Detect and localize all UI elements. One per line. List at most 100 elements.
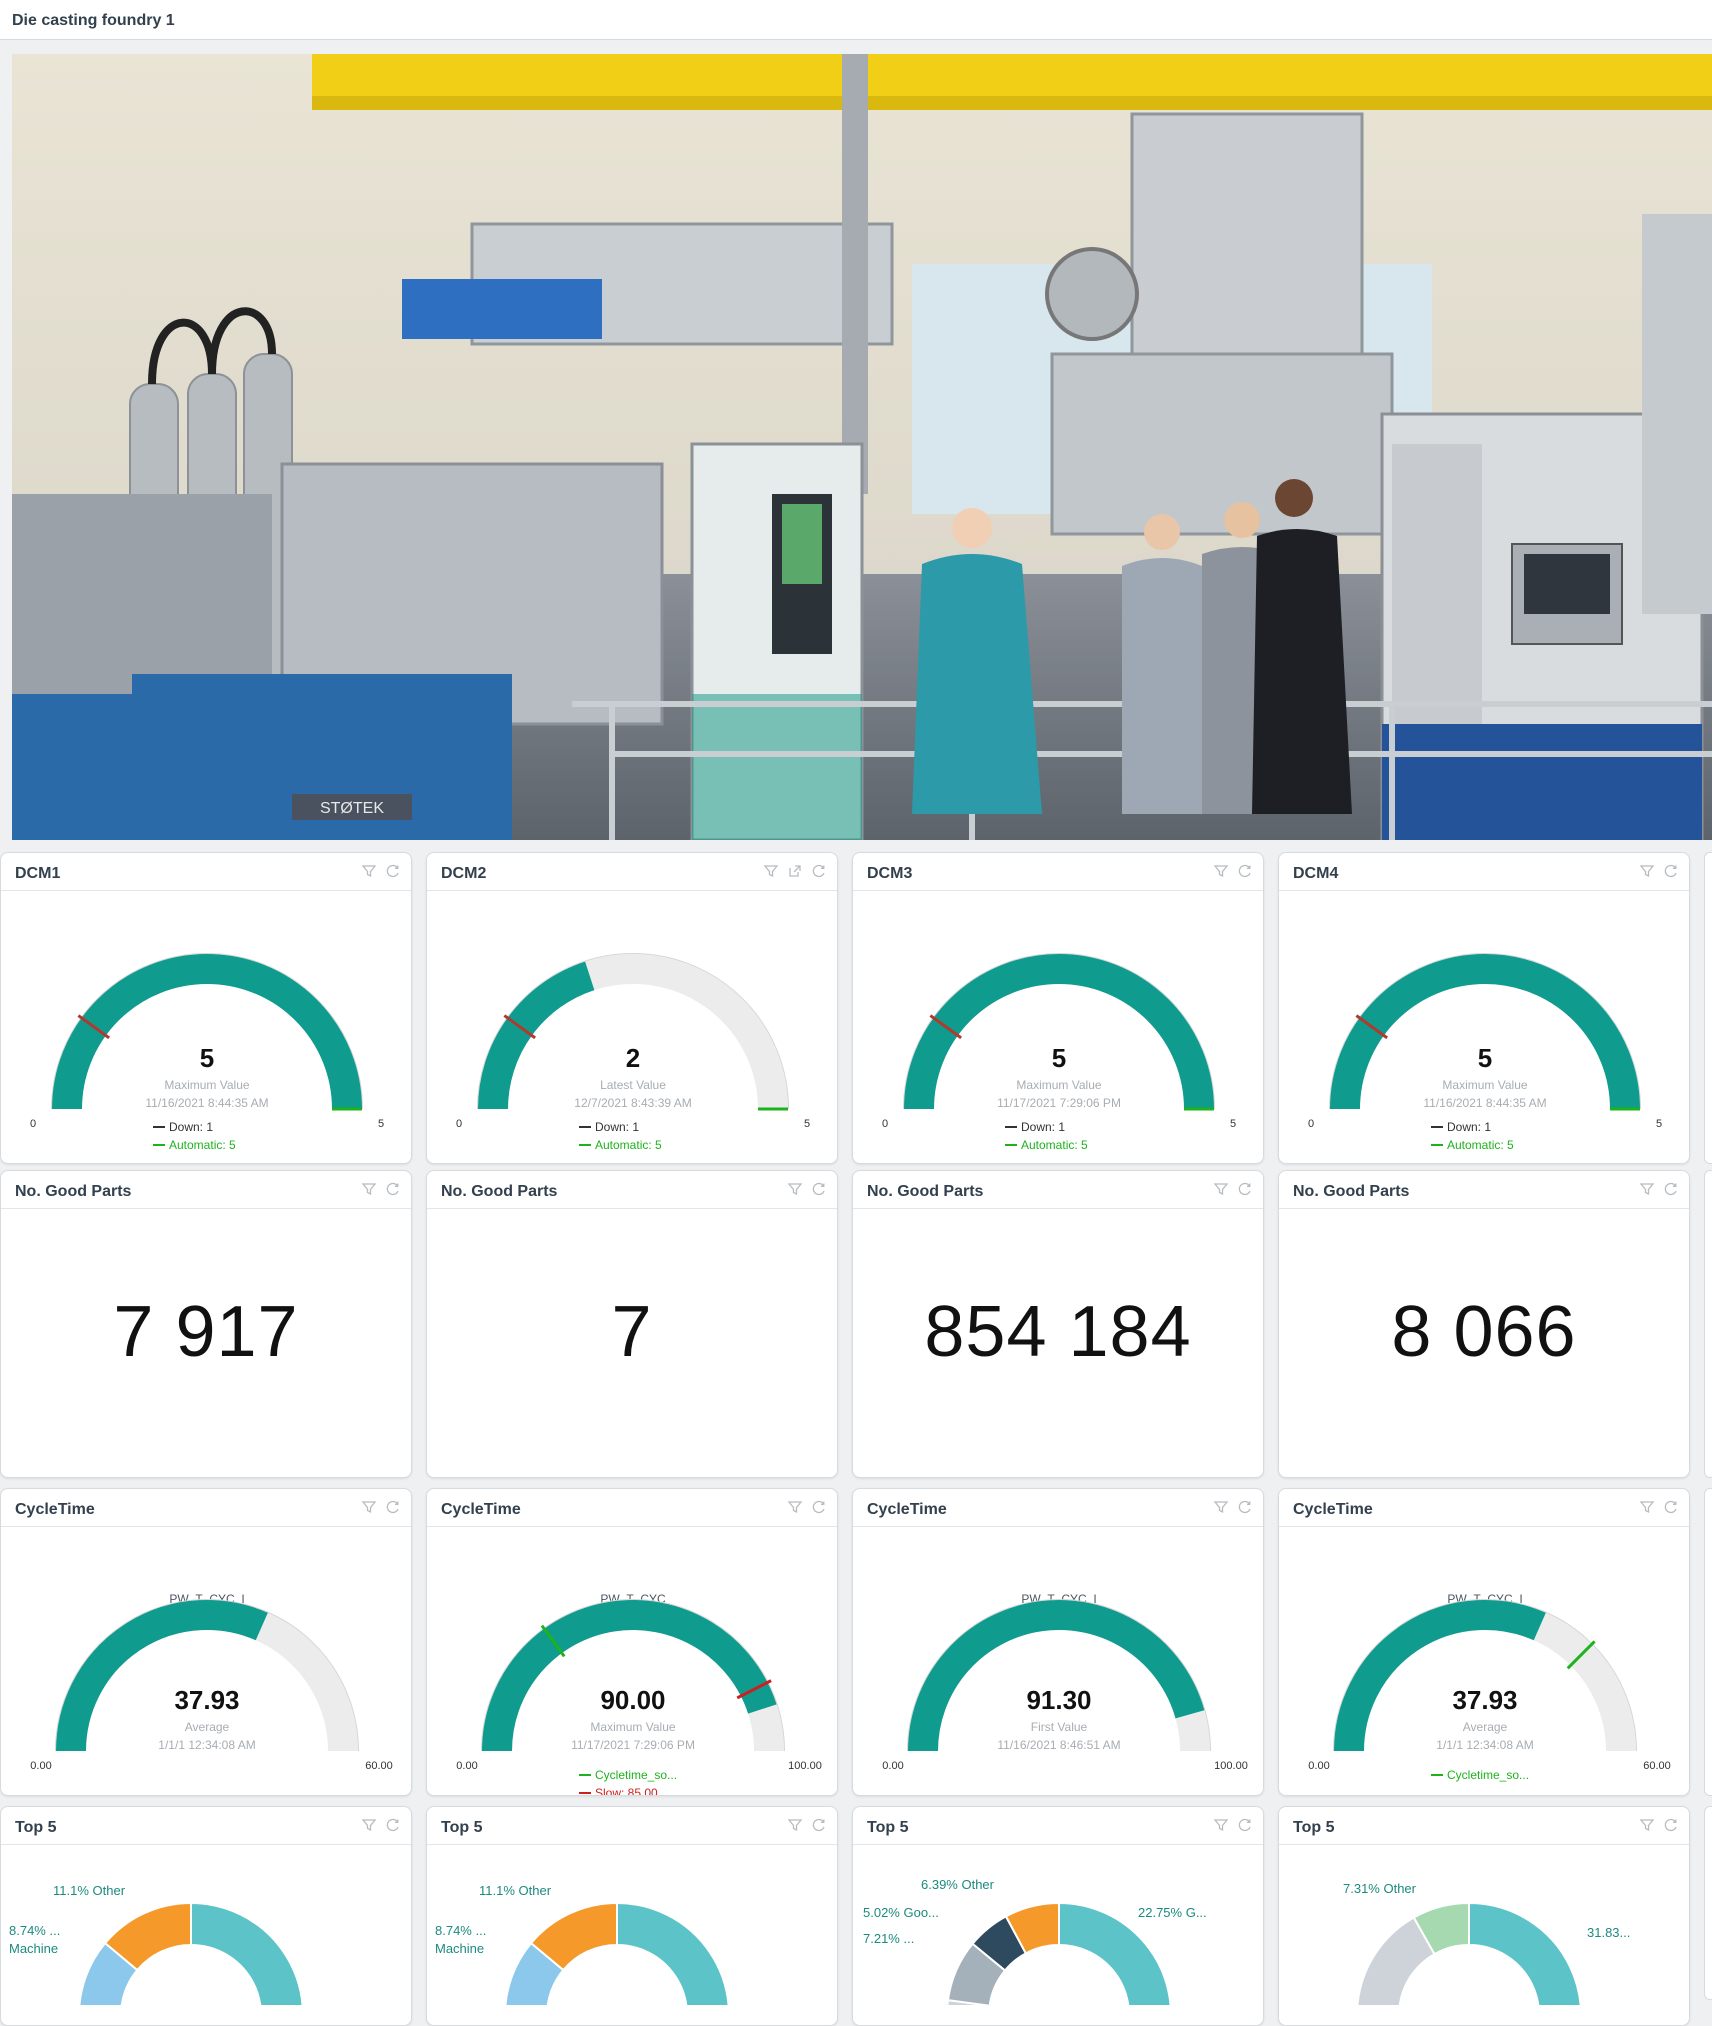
widget-card: CycleTime PW_T_CYC 90.00 Maximum Value 11/17… <box>426 1488 838 1796</box>
filter-icon[interactable] <box>1639 1181 1655 1197</box>
gauge-legend-item: Automatic: 5 <box>153 1138 236 1152</box>
gauge-timestamp: 11/17/2021 7:29:06 PM <box>571 1738 695 1752</box>
gauge-max-label: 5 <box>378 1118 384 1130</box>
filter-icon[interactable] <box>763 863 779 879</box>
gauge-value: 37.93 <box>1452 1685 1517 1715</box>
filter-icon[interactable] <box>1213 1181 1229 1197</box>
legend-text: Down: 1 <box>595 1120 639 1134</box>
gauge-aggregation-label: Maximum Value <box>1016 1078 1101 1092</box>
external-link-icon[interactable] <box>787 863 803 879</box>
refresh-icon[interactable] <box>1663 1817 1679 1833</box>
widget-title: Top 5 <box>15 1819 57 1836</box>
widget-header: No. Good Parts <box>853 1171 1263 1209</box>
gauge-legend-item: Automatic: 5 <box>579 1138 662 1152</box>
donut-chart: 11.1% Other 8.74% ... Machine <box>9 1883 304 2005</box>
widget-header: DCM2 <box>427 853 837 891</box>
widget-title: Top 5 <box>441 1819 483 1836</box>
gauge-legend-item: Down: 1 <box>153 1120 213 1134</box>
offscreen-widget <box>1704 852 1712 1164</box>
kpi-value: 854 184 <box>924 1292 1192 1372</box>
filter-icon[interactable] <box>361 1817 377 1833</box>
gauge-aggregation-label: Average <box>1463 1720 1508 1734</box>
gauge-value: 2 <box>626 1043 640 1073</box>
filter-icon[interactable] <box>787 1817 803 1833</box>
widget-toolbar <box>787 1499 827 1515</box>
refresh-icon[interactable] <box>811 1499 827 1515</box>
kpi-value: 8 066 <box>1391 1292 1577 1372</box>
refresh-icon[interactable] <box>811 1817 827 1833</box>
filter-icon[interactable] <box>1639 1817 1655 1833</box>
gauge-timestamp: 1/1/1 12:34:08 AM <box>1436 1738 1533 1752</box>
filter-icon[interactable] <box>361 1181 377 1197</box>
donut-label: 8.74% ... <box>9 1923 60 1938</box>
widget-header: CycleTime <box>1 1489 411 1527</box>
widget-toolbar <box>787 1181 827 1197</box>
refresh-icon[interactable] <box>811 863 827 879</box>
refresh-icon[interactable] <box>1237 1499 1253 1515</box>
legend-text: Cycletime_so... <box>1447 1768 1529 1782</box>
widget-title: Top 5 <box>867 1819 909 1836</box>
widget-toolbar <box>1639 1499 1679 1515</box>
widget-card: DCM4 svBAbetriebsart 5 Maximum Value 11/16/2… <box>1278 852 1690 1164</box>
widget-header: CycleTime <box>1279 1489 1689 1527</box>
refresh-icon[interactable] <box>1663 863 1679 879</box>
refresh-icon[interactable] <box>1237 863 1253 879</box>
widget-toolbar <box>361 1499 401 1515</box>
refresh-icon[interactable] <box>385 1817 401 1833</box>
refresh-icon[interactable] <box>385 1181 401 1197</box>
refresh-icon[interactable] <box>1237 1817 1253 1833</box>
filter-icon[interactable] <box>1639 1499 1655 1515</box>
gauge-min-label: 0.00 <box>1308 1760 1329 1772</box>
donut-label: 7.21% ... <box>863 1931 914 1946</box>
filter-icon[interactable] <box>361 863 377 879</box>
donut-label: 11.1% Other <box>479 1883 552 1898</box>
filter-icon[interactable] <box>787 1499 803 1515</box>
filter-icon[interactable] <box>1213 863 1229 879</box>
gauge-timestamp: 1/1/1 12:34:08 AM <box>158 1738 255 1752</box>
filter-icon[interactable] <box>1213 1817 1229 1833</box>
offscreen-widget <box>1704 1806 1712 2000</box>
widget-title: No. Good Parts <box>867 1183 984 1200</box>
filter-icon[interactable] <box>787 1181 803 1197</box>
gauge-aggregation-label: Maximum Value <box>590 1720 675 1734</box>
widget-title: Top 5 <box>1293 1819 1335 1836</box>
offscreen-widget <box>1704 1170 1712 1478</box>
widget-card: Top 5 7.31% Other 31.83... <box>1278 1806 1690 2026</box>
widget-title: DCM2 <box>441 865 487 882</box>
refresh-icon[interactable] <box>385 1499 401 1515</box>
gauge-chart: PW_T_CYC_I37.93Average1/1/1 12:34:08 AM0… <box>1308 1592 1671 1782</box>
widget-card: Top 5 11.1% Other 8.74% ... Machine <box>0 1806 412 2026</box>
widget-card: CycleTime PW_T_CYC_I 91.30 First Value 11/16… <box>852 1488 1264 1796</box>
widget-card: Top 5 6.39% Other 5.02% Goo... 7.21% ... 22.… <box>852 1806 1264 2026</box>
filter-icon[interactable] <box>361 1499 377 1515</box>
filter-icon[interactable] <box>1639 863 1655 879</box>
gauge-aggregation-label: First Value <box>1031 1720 1088 1734</box>
widget-title: CycleTime <box>867 1501 947 1518</box>
refresh-icon[interactable] <box>385 863 401 879</box>
gauge-min-label: 0 <box>1308 1118 1314 1130</box>
gauge-timestamp: 11/16/2021 8:44:35 AM <box>1423 1096 1546 1110</box>
svg-text:STØTEK: STØTEK <box>320 800 384 817</box>
donut-chart: 7.31% Other 31.83... <box>1343 1881 1630 2005</box>
donut-slice[interactable] <box>1468 1901 1582 2005</box>
refresh-icon[interactable] <box>1237 1181 1253 1197</box>
gauge-max-label: 60.00 <box>1643 1760 1671 1772</box>
gauge-min-label: 0.00 <box>30 1760 51 1772</box>
gauge-legend-item: Cycletime_so... <box>1431 1768 1529 1782</box>
gauge-legend-item: Down: 1 <box>1005 1120 1065 1134</box>
refresh-icon[interactable] <box>811 1181 827 1197</box>
widget-title: No. Good Parts <box>441 1183 558 1200</box>
filter-icon[interactable] <box>1213 1499 1229 1515</box>
widget-toolbar <box>1639 1181 1679 1197</box>
widget-header: DCM1 <box>1 853 411 891</box>
gauge-max-label: 100.00 <box>1214 1760 1248 1772</box>
gauge-legend-item: Automatic: 5 <box>1005 1138 1088 1152</box>
refresh-icon[interactable] <box>1663 1181 1679 1197</box>
widget-card: CycleTime PW_T_CYC_I 37.93 Average 1/1/1 12:… <box>1278 1488 1690 1796</box>
gauge-chart: svBAbetriebsart2Latest Value12/7/2021 8:… <box>456 953 810 1152</box>
legend-text: Down: 1 <box>1021 1120 1065 1134</box>
widget-toolbar <box>361 1817 401 1833</box>
refresh-icon[interactable] <box>1663 1499 1679 1515</box>
donut-label: Machine <box>435 1941 484 1956</box>
gauge-min-label: 0.00 <box>456 1760 477 1772</box>
